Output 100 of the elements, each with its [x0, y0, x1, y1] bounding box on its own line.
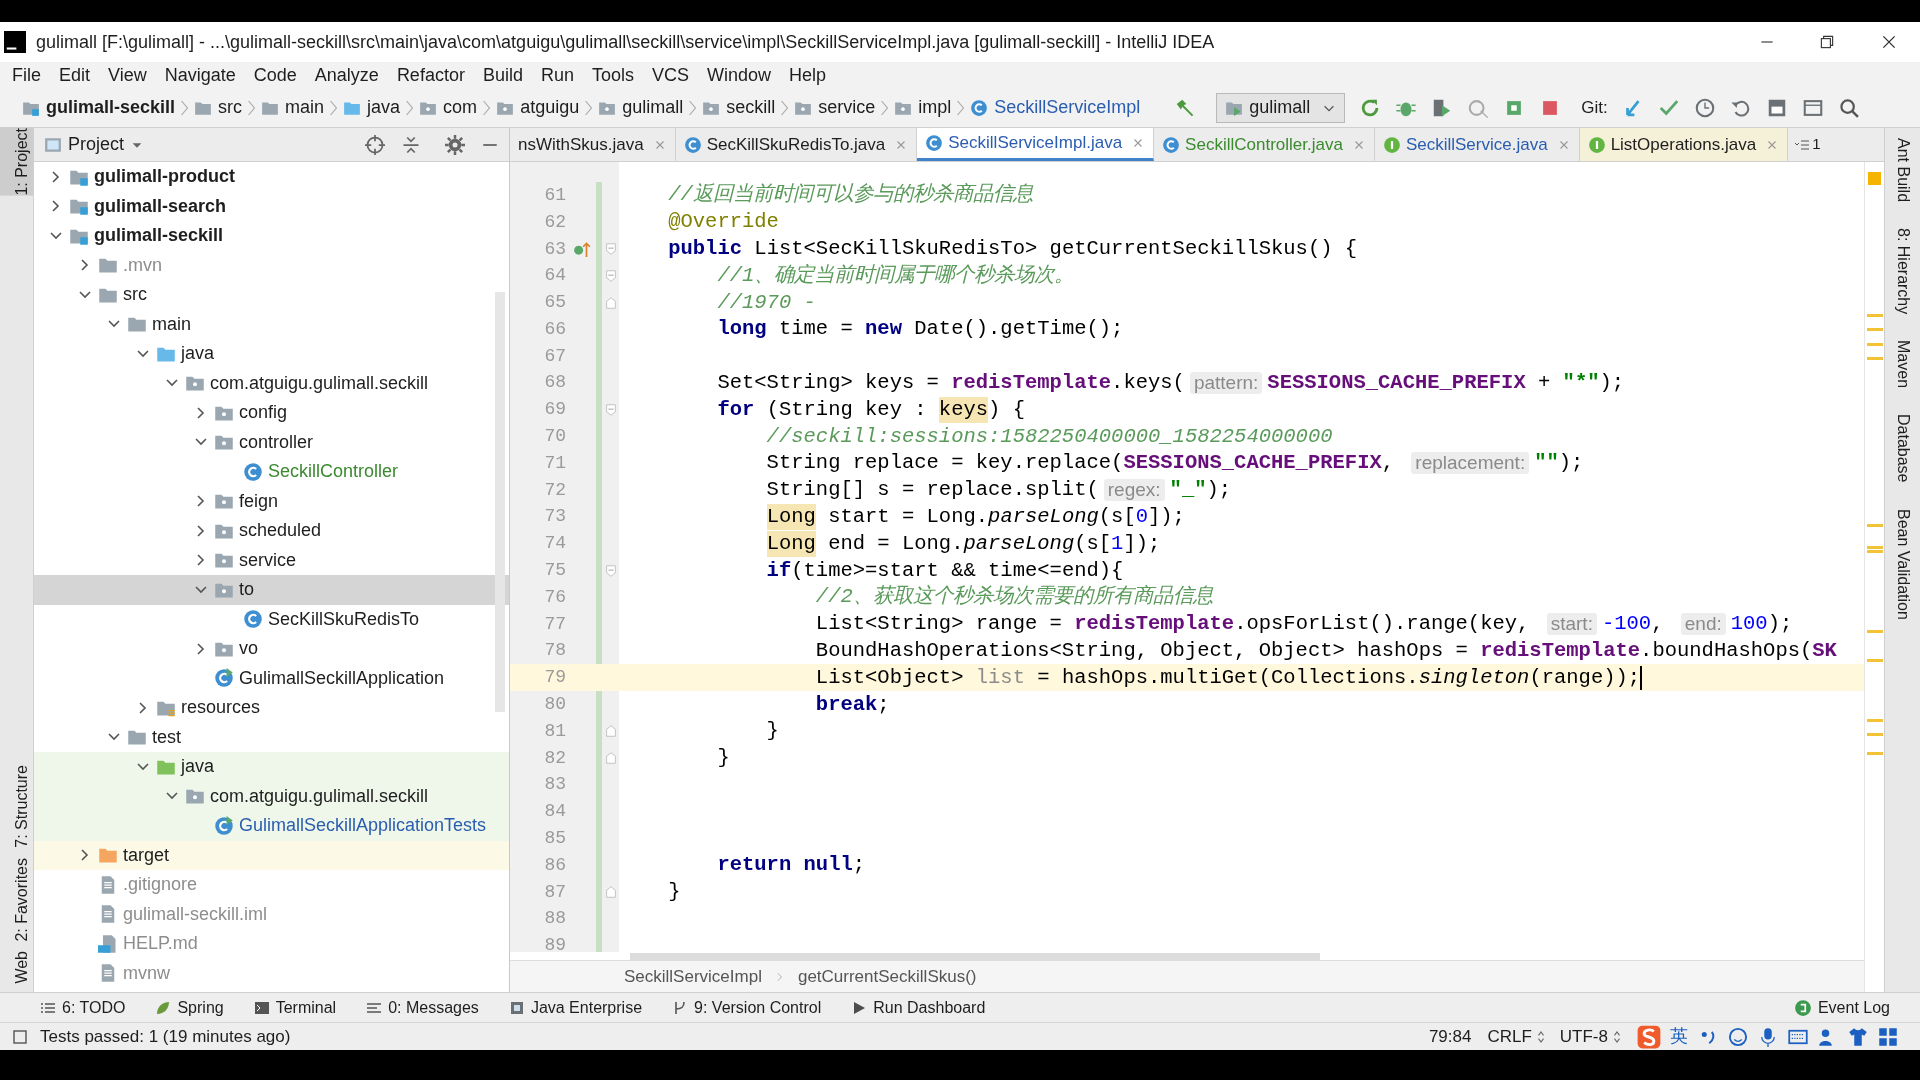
- menu-item[interactable]: Analyze: [306, 61, 387, 89]
- breadcrumb-item[interactable]: main: [257, 94, 329, 121]
- tool-window-button[interactable]: Terminal: [253, 995, 337, 1020]
- tool-window-button[interactable]: Event Log: [1793, 995, 1890, 1020]
- breadcrumb-item[interactable]: getCurrentSeckillSkus(): [793, 963, 981, 990]
- tree-item[interactable]: .mvn: [34, 250, 509, 280]
- fold-marker-icon[interactable]: [604, 402, 618, 417]
- menu-item[interactable]: File: [4, 61, 49, 89]
- tree-item[interactable]: gulimall-seckill: [34, 221, 509, 251]
- tree-item[interactable]: GulimallSeckillApplicationTests: [34, 811, 509, 841]
- tree-item[interactable]: vo: [34, 634, 509, 664]
- editor-tab[interactable]: ListOperations.java: [1579, 128, 1789, 161]
- tree-item[interactable]: test: [34, 722, 509, 752]
- microphone-icon[interactable]: [1758, 1026, 1778, 1047]
- breadcrumb-item[interactable]: service: [790, 94, 880, 121]
- line-number: 69: [543, 398, 567, 422]
- fold-end-icon[interactable]: [604, 885, 618, 900]
- breadcrumb-item[interactable]: atguigu: [492, 94, 584, 121]
- tree-item[interactable]: target: [34, 840, 509, 870]
- code-line: public List<SecKillSkuRedisTo> getCurrentSeckillSkus() {: [667, 236, 1358, 262]
- menu-item[interactable]: View: [100, 61, 155, 89]
- tree-item[interactable]: config: [34, 398, 509, 428]
- tool-window-tab[interactable]: Database: [1890, 414, 1915, 483]
- tool-window-tab[interactable]: 8: Hierarchy: [1890, 228, 1915, 315]
- tree-item[interactable]: scheduled: [34, 516, 509, 546]
- caret-position[interactable]: 79:84: [1428, 1023, 1472, 1050]
- breadcrumb-item[interactable]: seckill: [698, 94, 780, 121]
- tree-item[interactable]: src: [34, 280, 509, 310]
- tree-item[interactable]: com.atguigu.gulimall.seckill: [34, 368, 509, 398]
- breadcrumb-item[interactable]: SeckillServiceImpl: [966, 94, 1145, 121]
- menu-item[interactable]: Edit: [51, 61, 99, 89]
- breadcrumb-item[interactable]: gulimall-seckill: [18, 94, 180, 121]
- emoji-icon[interactable]: [1728, 1026, 1748, 1047]
- tool-window-tab[interactable]: Maven: [1890, 340, 1915, 389]
- tool-window-button[interactable]: Java Enterprise: [508, 995, 643, 1020]
- fold-marker-icon[interactable]: [604, 563, 618, 578]
- tool-window-tab[interactable]: Web: [0, 951, 33, 984]
- tool-window-button[interactable]: 9: Version Control: [672, 995, 822, 1020]
- menu-item[interactable]: VCS: [644, 61, 697, 89]
- tool-window-button[interactable]: 0: Messages: [366, 995, 479, 1020]
- run-configuration-dropdown[interactable]: gulimall: [1216, 92, 1346, 123]
- tree-item[interactable]: gulimall-search: [34, 191, 509, 221]
- tree-item[interactable]: service: [34, 545, 509, 575]
- tree-item[interactable]: feign: [34, 486, 509, 516]
- breadcrumb-item[interactable]: impl: [890, 94, 956, 121]
- tree-item[interactable]: java: [34, 339, 509, 369]
- restore-icon[interactable]: [1818, 33, 1836, 51]
- encoding-selector[interactable]: UTF-8: [1559, 1023, 1608, 1050]
- tree-item[interactable]: to: [34, 575, 509, 605]
- tree-item[interactable]: SecKillSkuRedisTo: [34, 604, 509, 634]
- vertical-scrollbar[interactable]: [495, 292, 505, 712]
- fold-marker-icon[interactable]: [604, 268, 618, 283]
- history-icon[interactable]: [1693, 96, 1716, 119]
- tool-window-tab[interactable]: 1: Project: [0, 128, 33, 196]
- menu-item[interactable]: Run: [532, 61, 582, 89]
- menu-item[interactable]: Code: [245, 61, 305, 89]
- breadcrumb-item[interactable]: SeckillServiceImpl: [620, 963, 766, 990]
- tool-window-button[interactable]: Spring: [155, 995, 224, 1020]
- tab-overflow-button[interactable]: 1: [1788, 128, 1827, 161]
- grid-icon[interactable]: [1878, 1026, 1898, 1047]
- tree-item[interactable]: gulimall-product: [34, 162, 509, 192]
- close-icon[interactable]: [1880, 33, 1898, 51]
- settings-icon[interactable]: [445, 134, 465, 155]
- breadcrumb-item[interactable]: com: [415, 94, 482, 121]
- input-method-logo-icon[interactable]: [1636, 1023, 1662, 1050]
- panel-toggle-icon[interactable]: [12, 1028, 28, 1045]
- tool-window-button[interactable]: 6: TODO: [40, 995, 126, 1020]
- breadcrumb-item[interactable]: java: [339, 94, 405, 121]
- tool-window-tab[interactable]: 2: Favorites: [0, 857, 33, 942]
- tool-window-tab[interactable]: Ant Build: [1890, 138, 1915, 203]
- search-icon[interactable]: [1837, 96, 1860, 119]
- fold-end-icon[interactable]: [604, 295, 618, 310]
- shirt-icon[interactable]: [1848, 1026, 1868, 1047]
- tree-item[interactable]: resources: [34, 693, 509, 723]
- tree-item[interactable]: java: [34, 752, 509, 782]
- tool-window-tab[interactable]: Bean Validation: [1890, 508, 1915, 620]
- editor-tab[interactable]: SeckillServiceImpl.java: [917, 128, 1155, 161]
- tree-item[interactable]: main: [34, 309, 509, 339]
- menu-item[interactable]: Navigate: [156, 61, 244, 89]
- menu-item[interactable]: Refactor: [388, 61, 473, 89]
- tree-item[interactable]: com.atguigu.gulimall.seckill: [34, 781, 509, 811]
- line-separator-selector[interactable]: CRLF: [1487, 1023, 1532, 1050]
- breadcrumb-item[interactable]: src: [190, 94, 247, 121]
- fold-end-icon[interactable]: [604, 751, 618, 766]
- collapse-all-icon[interactable]: [401, 134, 421, 155]
- tool-window-button[interactable]: Run Dashboard: [851, 995, 986, 1020]
- tool-window-tab[interactable]: 7: Structure: [0, 765, 33, 848]
- locate-icon[interactable]: [365, 134, 385, 155]
- fold-marker-icon[interactable]: [604, 242, 618, 256]
- horizontal-scrollbar[interactable]: [630, 952, 1320, 960]
- fold-end-icon[interactable]: [604, 724, 618, 739]
- menu-item[interactable]: Help: [781, 61, 835, 89]
- menu-item[interactable]: Window: [699, 61, 780, 89]
- menu-item[interactable]: Tools: [583, 61, 642, 89]
- menu-item[interactable]: Build: [474, 61, 531, 89]
- breadcrumb-item[interactable]: gulimall: [594, 94, 688, 121]
- tree-item[interactable]: controller: [34, 427, 509, 457]
- tree-item[interactable]: GulimallSeckillApplication: [34, 663, 509, 693]
- input-language-toggle[interactable]: 英: [1670, 1023, 1688, 1050]
- tree-item[interactable]: SeckillController: [34, 457, 509, 487]
